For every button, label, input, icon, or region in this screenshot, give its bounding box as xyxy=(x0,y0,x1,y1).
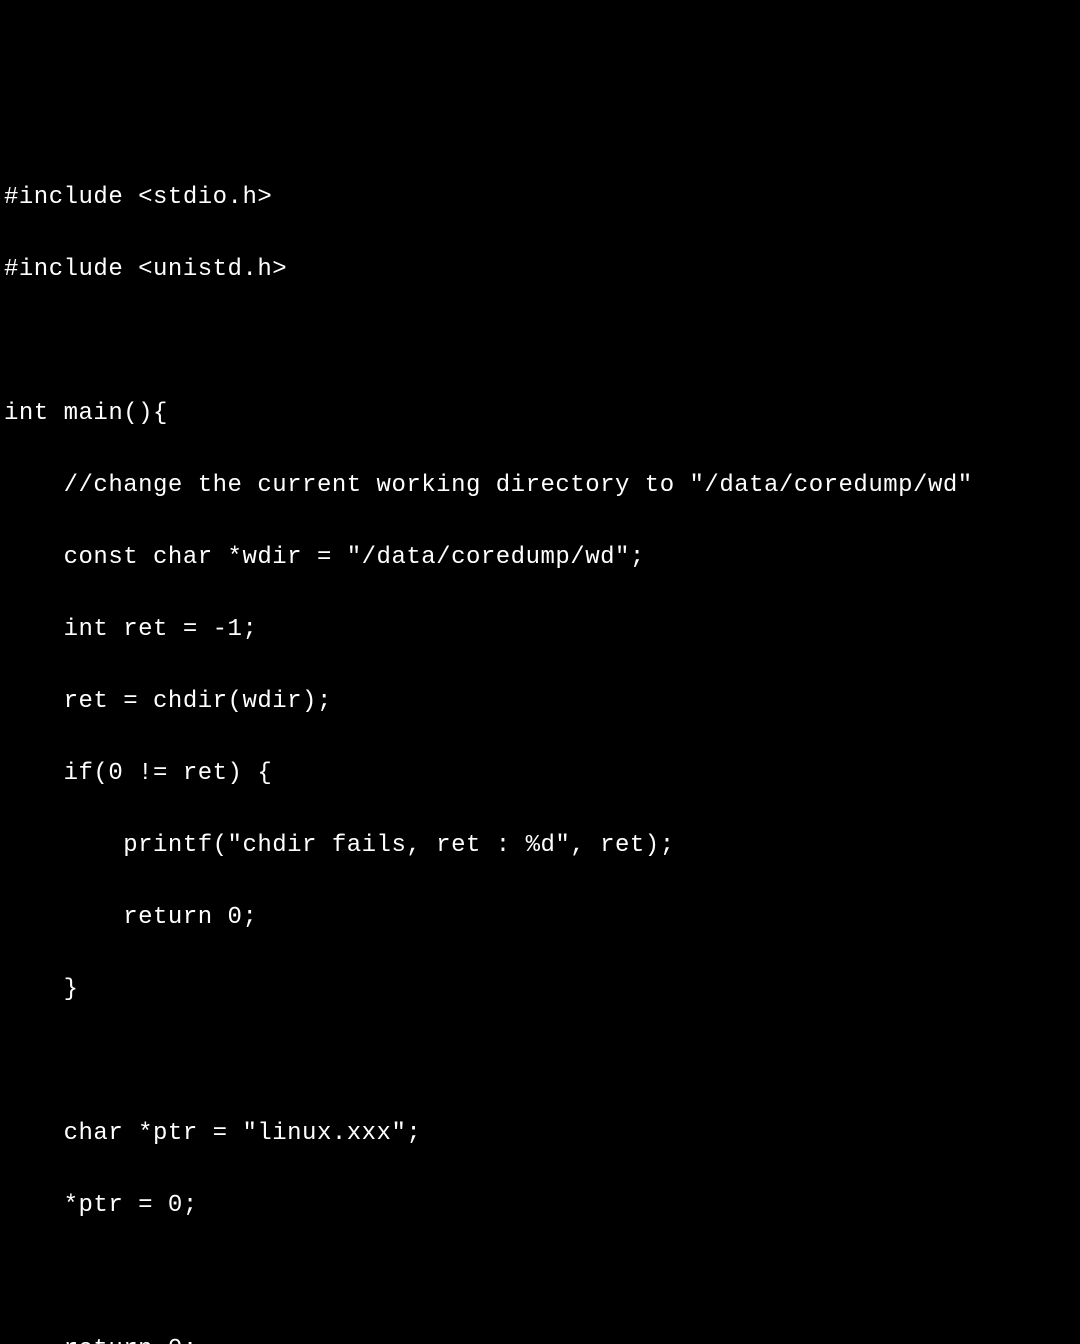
code-line: ret = chdir(wdir); xyxy=(4,684,1076,720)
code-line: return 0; xyxy=(4,1332,1076,1344)
code-line: int main(){ xyxy=(4,396,1076,432)
code-line: if(0 != ret) { xyxy=(4,756,1076,792)
code-line xyxy=(4,324,1076,360)
code-line: //change the current working directory t… xyxy=(4,468,1076,504)
code-line: int ret = -1; xyxy=(4,612,1076,648)
code-line: printf("chdir fails, ret : %d", ret); xyxy=(4,828,1076,864)
code-line: #include <stdio.h> xyxy=(4,180,1076,216)
code-line: *ptr = 0; xyxy=(4,1188,1076,1224)
code-line: #include <unistd.h> xyxy=(4,252,1076,288)
code-line: return 0; xyxy=(4,900,1076,936)
code-line xyxy=(4,1260,1076,1296)
code-line xyxy=(4,1044,1076,1080)
code-line: const char *wdir = "/data/coredump/wd"; xyxy=(4,540,1076,576)
code-line: } xyxy=(4,972,1076,1008)
code-editor[interactable]: #include <stdio.h> #include <unistd.h> i… xyxy=(0,144,1080,1344)
code-line: char *ptr = "linux.xxx"; xyxy=(4,1116,1076,1152)
